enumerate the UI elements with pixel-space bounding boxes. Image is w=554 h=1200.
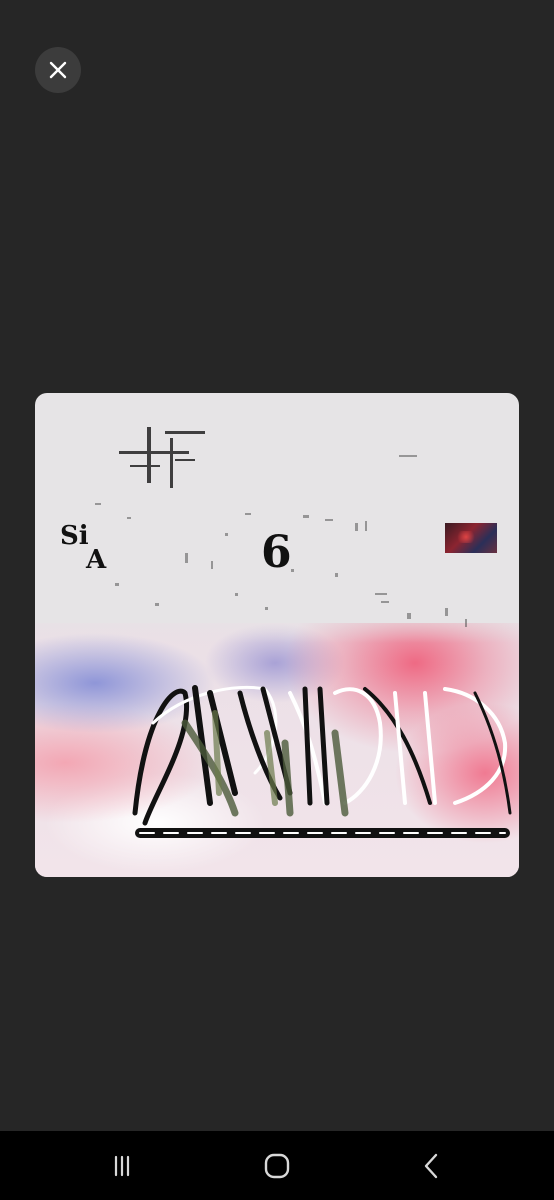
recents-icon bbox=[114, 1155, 130, 1177]
artwork-number: 6 bbox=[261, 527, 292, 578]
close-icon bbox=[49, 61, 67, 79]
artwork-scribble-lettering bbox=[132, 685, 512, 838]
back-icon bbox=[424, 1153, 438, 1179]
artwork-graphics bbox=[95, 427, 512, 838]
album-artwork: Si A 6 bbox=[35, 393, 519, 877]
image-viewer-screen: Si A 6 bbox=[0, 0, 554, 1200]
artwork-corner-text-top: Si bbox=[60, 521, 89, 551]
system-navigation-bar bbox=[0, 1131, 554, 1200]
recents-button[interactable] bbox=[100, 1148, 144, 1184]
back-button[interactable] bbox=[410, 1148, 454, 1184]
close-button[interactable] bbox=[35, 47, 81, 93]
artwork-corner-text-bottom: A bbox=[86, 545, 107, 575]
home-button[interactable] bbox=[255, 1148, 299, 1184]
artwork-thumbnail-inset bbox=[445, 523, 497, 553]
artwork-glyph-cross bbox=[119, 427, 205, 488]
artwork-corner-logo: Si A bbox=[60, 521, 130, 581]
home-icon bbox=[264, 1153, 290, 1179]
